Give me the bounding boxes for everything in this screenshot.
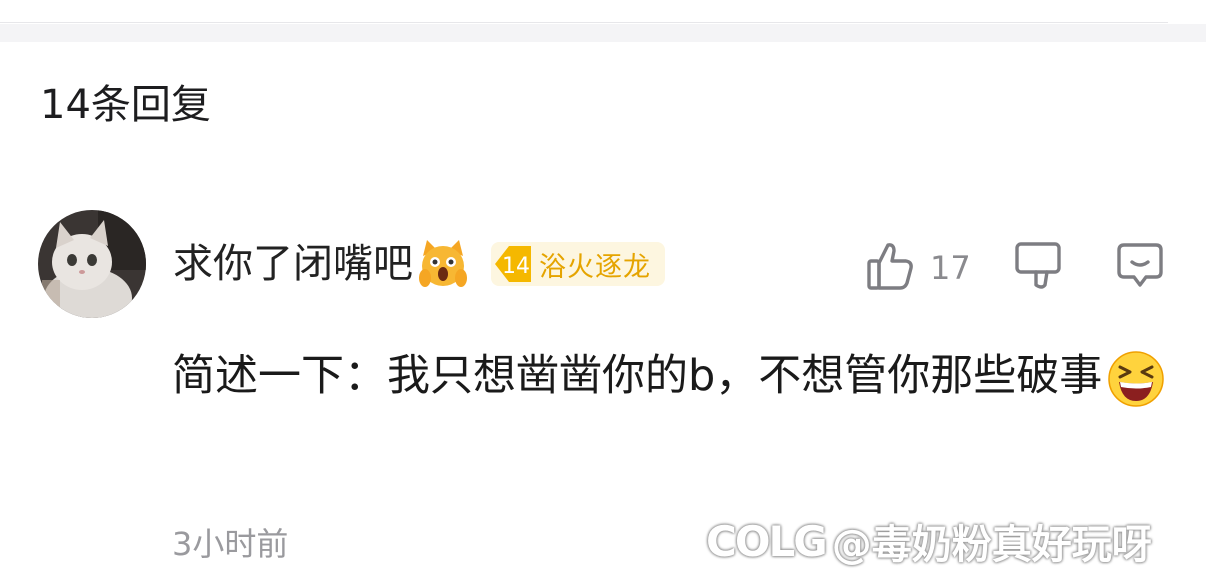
like-count: 17: [930, 249, 971, 287]
level-number: 14: [502, 254, 530, 279]
level-number-icon: 14: [491, 242, 539, 286]
dislike-button[interactable]: [1014, 240, 1062, 296]
like-button[interactable]: 17: [866, 240, 971, 296]
top-divider: [0, 0, 1206, 42]
avatar[interactable]: [38, 210, 146, 318]
badge-title: 浴火逐龙: [539, 251, 651, 283]
watermark: COLG @毒奶粉真好玩呀: [706, 512, 1152, 570]
colg-logo: COLG: [706, 516, 828, 566]
face-screaming-cat-icon: [417, 238, 469, 290]
comment-bubble-icon: [1116, 241, 1164, 295]
comment-text: 简述一下：我只想凿凿你的b，不想管你那些破事: [172, 351, 1103, 401]
comment-author-row: 求你了闭嘴吧 14 浴火逐龙: [173, 234, 665, 294]
comment-body: 简述一下：我只想凿凿你的b，不想管你那些破事: [172, 344, 1182, 409]
thumbs-up-icon: [866, 241, 914, 295]
comment-time: 3小时前: [172, 525, 289, 563]
thumbs-down-icon: [1014, 241, 1062, 295]
grinning-squinting-face-icon: [1106, 349, 1166, 409]
user-level-badge: 14 浴火逐龙: [491, 242, 665, 286]
reply-button[interactable]: [1116, 240, 1164, 296]
username[interactable]: 求你了闭嘴吧: [173, 234, 413, 294]
watermark-text: @毒奶粉真好玩呀: [831, 522, 1152, 568]
reply-count-title: 14条回复: [40, 82, 211, 128]
